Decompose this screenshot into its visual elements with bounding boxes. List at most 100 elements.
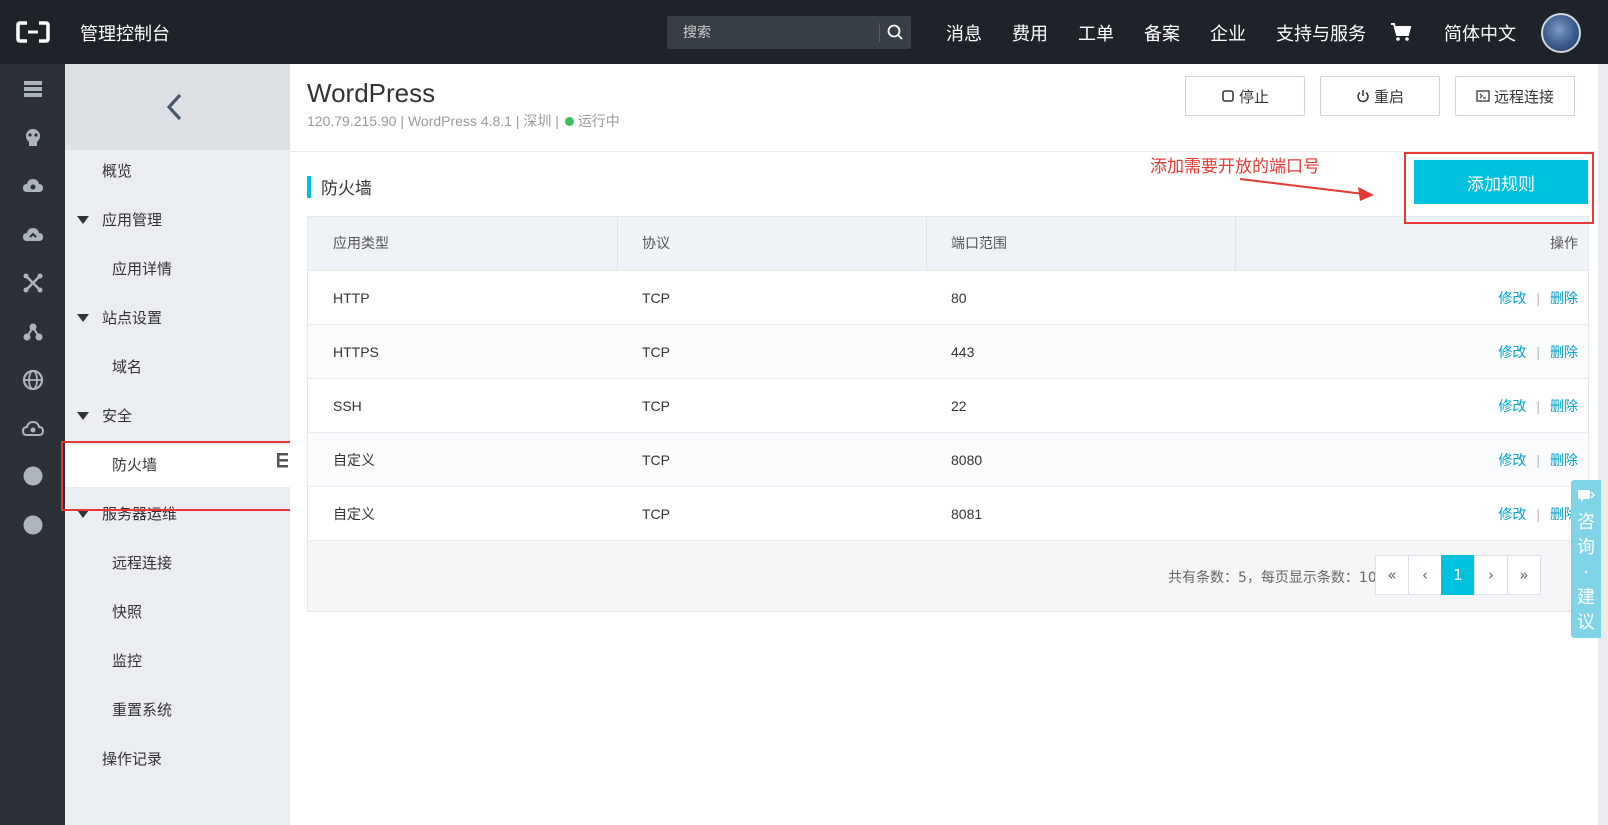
prev-page-button[interactable]: ‹: [1408, 555, 1442, 595]
cell-protocol: TCP: [642, 506, 670, 522]
caret-down-icon: [77, 314, 89, 322]
cell-app-type: HTTPS: [333, 344, 379, 360]
consult-label: 咨询 · 建议: [1577, 512, 1595, 633]
collapse-sidebar-button[interactable]: [65, 64, 290, 150]
next-page-button[interactable]: ›: [1474, 555, 1508, 595]
table-header: 应用类型 协议 端口范围 操作: [308, 217, 1588, 271]
search-button[interactable]: [880, 16, 911, 49]
edit-link[interactable]: 修改: [1498, 398, 1526, 414]
sidebar-group-site-settings[interactable]: 站点设置: [65, 298, 290, 338]
cell-port: 8080: [951, 452, 983, 468]
cell-protocol: TCP: [642, 398, 670, 414]
cloud-settings-icon[interactable]: [22, 418, 44, 440]
sidebar-item-label: 站点设置: [102, 309, 163, 327]
sidebar-item-label: 远程连接: [112, 554, 173, 572]
edit-link[interactable]: 修改: [1498, 452, 1526, 468]
row-actions: 修改 | 删除: [1498, 271, 1578, 325]
cloud-icon[interactable]: [22, 175, 44, 197]
column-header-actions: 操作: [1550, 236, 1578, 252]
table-row: 自定义 TCP 8080 修改 | 删除: [308, 433, 1588, 487]
column-divider: [1235, 217, 1236, 271]
database-icon[interactable]: [22, 127, 44, 149]
sidebar-item-operation-log[interactable]: 操作记录: [65, 739, 290, 779]
sidebar-item-monitor[interactable]: 监控: [65, 641, 290, 681]
highlight-box-add-rule: [1404, 152, 1594, 224]
table-row: HTTPS TCP 443 修改 | 删除: [308, 325, 1588, 379]
row-actions: 修改 | 删除: [1498, 379, 1578, 433]
sidebar-item-label: 安全: [102, 407, 133, 425]
last-page-button[interactable]: »: [1507, 555, 1541, 595]
page-1-button[interactable]: 1: [1441, 555, 1475, 595]
sidebar-item-label: 监控: [112, 652, 143, 670]
annotation-text: 添加需要开放的端口号: [1150, 157, 1320, 177]
firewall-rules-table: 应用类型 协议 端口范围 操作 HTTP TCP 80 修改 | 删除 HTTPS …: [307, 216, 1589, 612]
caret-down-icon: [77, 510, 89, 518]
nav-support[interactable]: 支持与服务: [1276, 20, 1366, 46]
chevron-left-icon: [166, 93, 182, 121]
consult-feedback-tab[interactable]: 咨询 · 建议: [1571, 480, 1601, 638]
language-switch[interactable]: 简体中文: [1444, 20, 1516, 46]
sidebar-item-label: 重置系统: [112, 701, 173, 719]
nav-icp[interactable]: 备案: [1144, 20, 1180, 46]
edit-link[interactable]: 修改: [1498, 290, 1526, 306]
circle-icon[interactable]: [22, 465, 44, 487]
cell-protocol: TCP: [642, 344, 670, 360]
action-divider: |: [1536, 452, 1540, 468]
delete-link[interactable]: 删除: [1550, 290, 1578, 306]
row-actions: 修改 | 删除: [1498, 325, 1578, 379]
sidebar-item-domain[interactable]: 域名: [65, 347, 290, 387]
aliyun-logo-icon[interactable]: [16, 20, 50, 44]
cluster-icon[interactable]: [22, 321, 44, 343]
sidebar-item-snapshot[interactable]: 快照: [65, 592, 290, 632]
search-box: [667, 16, 911, 49]
table-row: 自定义 TCP 8081 修改 | 删除: [308, 487, 1588, 541]
action-divider: |: [1536, 344, 1540, 360]
edit-link[interactable]: 修改: [1498, 506, 1526, 522]
delete-link[interactable]: 删除: [1550, 398, 1578, 414]
cell-port: 8081: [951, 506, 983, 522]
sidebar-item-app-details[interactable]: 应用详情: [65, 249, 290, 289]
cloud-sync-icon[interactable]: [22, 224, 44, 246]
main-content: WordPress 120.79.215.90 | WordPress 4.8.…: [290, 64, 1598, 825]
cell-app-type: 自定义: [333, 452, 375, 468]
sidebar-item-label: 快照: [112, 603, 143, 621]
sidebar-item-label: 应用管理: [102, 211, 163, 229]
column-header-app-type: 应用类型: [333, 236, 389, 252]
sidebar-item-remote-connect[interactable]: 远程连接: [65, 543, 290, 583]
product-rail: [0, 64, 65, 825]
cart-icon[interactable]: [1390, 22, 1412, 42]
pagination: « ‹ 1 › »: [1375, 555, 1541, 595]
search-input[interactable]: [667, 16, 877, 49]
table-row: HTTP TCP 80 修改 | 删除: [308, 271, 1588, 325]
sidebar-item-label: 概览: [102, 162, 133, 180]
table-footer: 共有条数：5，每页显示条数：10 « ‹ 1 › »: [308, 541, 1588, 611]
globe-icon[interactable]: [22, 369, 44, 391]
nav-enterprise[interactable]: 企业: [1210, 20, 1246, 46]
server-icon[interactable]: [22, 78, 44, 100]
search-icon: [887, 24, 903, 40]
delete-link[interactable]: 删除: [1550, 344, 1578, 360]
cell-app-type: SSH: [333, 398, 362, 414]
row-actions: 修改 | 删除: [1498, 487, 1578, 541]
sidebar-group-security[interactable]: 安全: [65, 396, 290, 436]
column-header-port-range: 端口范围: [951, 236, 1007, 252]
page-scrollbar[interactable]: [1598, 64, 1608, 825]
circle-icon[interactable]: [22, 514, 44, 536]
nav-tickets[interactable]: 工单: [1078, 20, 1114, 46]
chat-icon: [1578, 490, 1595, 502]
sidebar-group-app-management[interactable]: 应用管理: [65, 200, 290, 240]
first-page-button[interactable]: «: [1375, 555, 1409, 595]
delete-link[interactable]: 删除: [1550, 452, 1578, 468]
sidebar-item-overview[interactable]: 概览: [65, 151, 290, 191]
sidebar-item-label: 应用详情: [112, 260, 173, 278]
network-icon[interactable]: [22, 272, 44, 294]
avatar[interactable]: [1541, 13, 1581, 53]
caret-down-icon: [77, 412, 89, 420]
nav-messages[interactable]: 消息: [946, 20, 982, 46]
console-title[interactable]: 管理控制台: [80, 20, 170, 46]
sidebar-item-reset-system[interactable]: 重置系统: [65, 690, 290, 730]
edit-link[interactable]: 修改: [1498, 344, 1526, 360]
nav-billing[interactable]: 费用: [1012, 20, 1048, 46]
action-divider: |: [1536, 506, 1540, 522]
column-header-protocol: 协议: [642, 236, 670, 252]
